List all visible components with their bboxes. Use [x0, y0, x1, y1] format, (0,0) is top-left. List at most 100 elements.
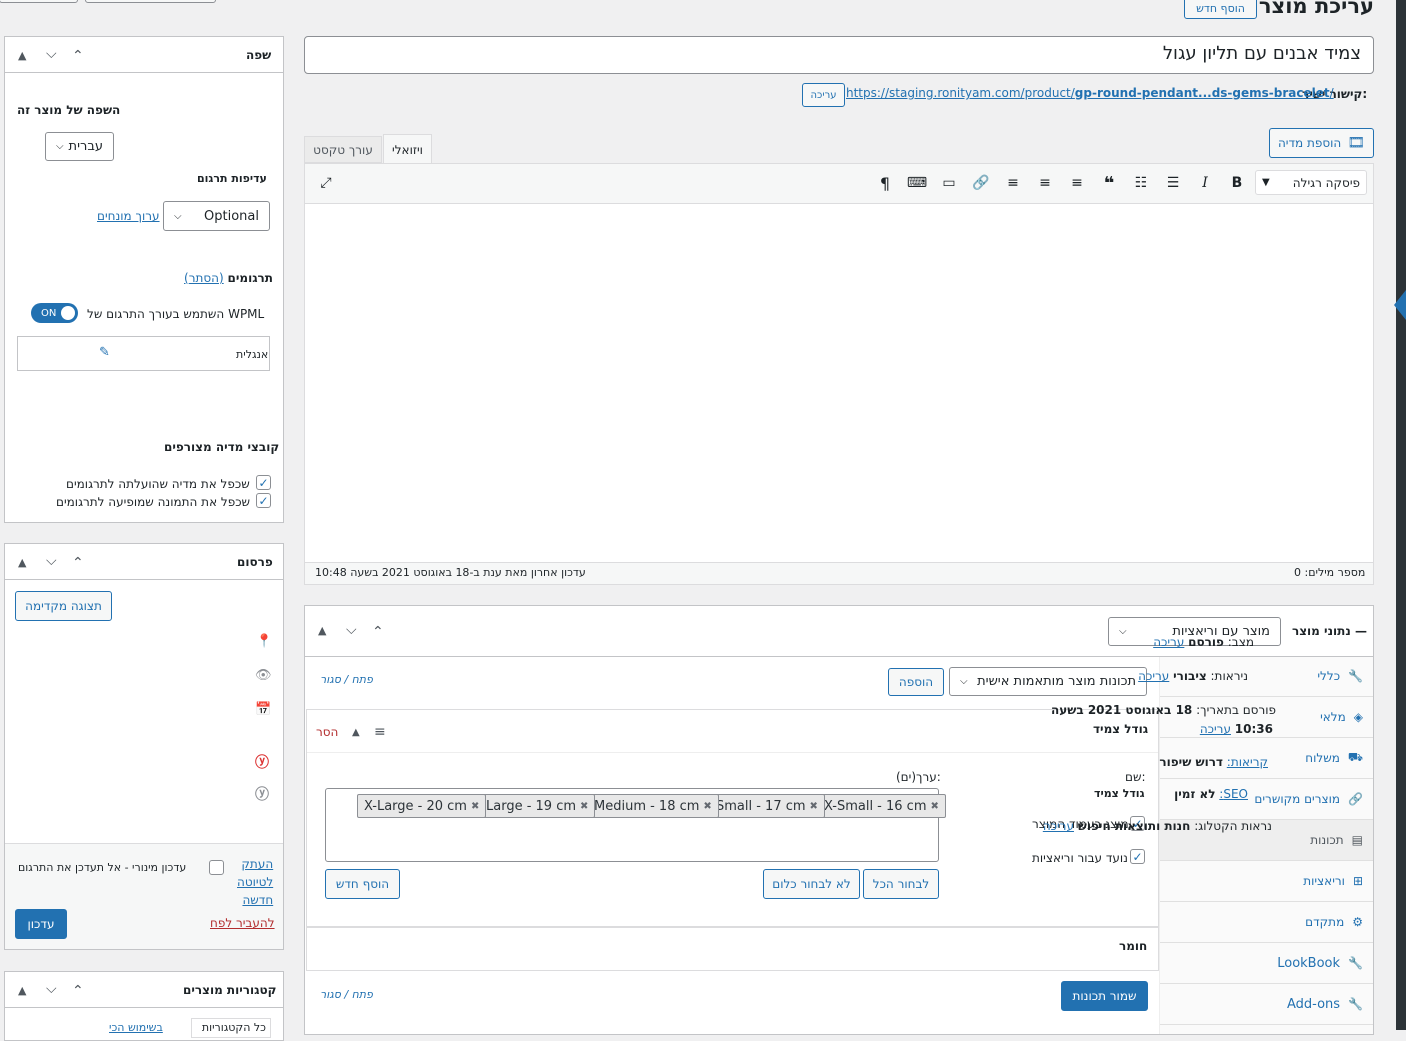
edit-visibility-link[interactable]: עריכה [1138, 669, 1169, 683]
chevron-up-icon[interactable]: ⌃ [72, 555, 84, 571]
top-left-button-2[interactable] [85, 0, 216, 3]
priority-select[interactable]: ⌵ Optional [163, 201, 270, 231]
remove-tag-icon[interactable]: ✖ [931, 801, 939, 812]
bold-icon[interactable]: B [1226, 173, 1248, 193]
move-down-icon[interactable]: ▲ [318, 624, 326, 637]
link-icon[interactable]: 🔗 [970, 173, 992, 193]
tab-lookbook[interactable]: LookBook 🔧 [1160, 943, 1373, 984]
numbered-list-icon[interactable]: ☷ [1130, 173, 1152, 193]
format-select[interactable]: ▼ פיסקה רגילה [1255, 170, 1367, 195]
top-left-button-1[interactable] [0, 0, 78, 3]
remove-tag-icon[interactable]: ✖ [703, 801, 711, 812]
tab-variations[interactable]: וריאציות ⊞ [1160, 861, 1373, 902]
drag-handle-icon[interactable]: ≡ [374, 724, 386, 740]
select-all-button[interactable]: לבחור הכל [863, 869, 939, 899]
attribute-title: גודל צמיד [1093, 722, 1149, 736]
language-box-title: שפה [246, 48, 272, 62]
chevron-up-icon[interactable]: ⌃ [372, 624, 384, 640]
editor-content[interactable] [305, 204, 1373, 562]
hide-translations-link[interactable]: (הסתר) [184, 271, 224, 285]
edit-status-link[interactable]: עריכה [1153, 635, 1184, 649]
wrench-icon: 🔧 [1348, 669, 1363, 683]
duplicate-media-checkbox[interactable]: ✓ [256, 475, 271, 490]
move-down-icon[interactable]: ▲ [18, 984, 26, 997]
chevron-up-icon[interactable]: ⌃ [72, 983, 84, 999]
tag-large[interactable]: Large - 19 cm ✖ [479, 794, 596, 818]
attached-media-title: קובצי מדיה מצורפים [164, 440, 280, 454]
add-attribute-button[interactable]: הוספה [888, 668, 944, 696]
blockquote-icon[interactable]: ❝ [1098, 173, 1120, 194]
chevron-up-icon[interactable]: ⌃ [72, 48, 84, 64]
attribute-box-material [306, 927, 1159, 971]
chevron-down-icon: ⌵ [1119, 626, 1127, 637]
trash-link[interactable]: להעביר לפח [210, 916, 275, 930]
readability-link[interactable]: קריאות: [1227, 755, 1268, 769]
product-title-input[interactable]: צמיד אבנים עם תליון עגול [304, 36, 1374, 74]
chevron-down-icon[interactable]: ⌵ [346, 622, 357, 638]
keyboard-icon[interactable]: ⌨ [906, 173, 928, 193]
bullet-list-icon[interactable]: ☰ [1162, 173, 1184, 193]
edit-catalog-link[interactable]: עריכה [1043, 819, 1074, 833]
add-new-button[interactable]: הוסף חדש [1184, 0, 1257, 19]
chevron-down-icon[interactable]: ⌵ [46, 553, 57, 569]
save-attributes-button[interactable]: שמור תכונות [1061, 981, 1148, 1011]
preview-button[interactable]: תצוגה מקדימה [15, 591, 112, 621]
paragraph-icon[interactable]: ¶ [874, 173, 896, 193]
tag-x-large[interactable]: X-Large - 20 cm ✖ [357, 794, 487, 818]
tag-medium[interactable]: Medium - 18 cm ✖ [587, 794, 719, 818]
language-select[interactable]: ⌵ עברית [45, 132, 114, 161]
chevron-down-icon[interactable]: ⌵ [46, 981, 57, 997]
chevron-down-icon: ▼ [1262, 177, 1270, 188]
minor-update-checkbox[interactable] [209, 860, 224, 875]
wpml-toggle[interactable]: ON [31, 303, 78, 323]
page-title: עריכת מוצר [1258, 0, 1374, 18]
add-media-button[interactable]: הוספת מדיה 🎞 [1269, 128, 1374, 158]
align-left-icon[interactable]: ≡ [1066, 173, 1088, 193]
tag-x-small[interactable]: X-Small - 16 cm ✖ [817, 794, 946, 818]
published-time-row: 10:36 עריכה [1199, 722, 1273, 736]
fullscreen-icon[interactable]: ⤢ [315, 173, 337, 193]
permalink-link[interactable]: https://staging.ronityam.com/product/gp-… [846, 86, 1334, 100]
update-button[interactable]: עדכון [15, 909, 67, 939]
english-label: אנגלית [236, 348, 269, 361]
catalog-visibility-row: נראות הקטלוג: חנות ותוצאות חיפוש עריכה [1042, 819, 1272, 833]
term-editor-link[interactable]: ערוך מונחים [97, 209, 160, 223]
collapse-icon[interactable]: ▲ [352, 727, 360, 738]
permalink-edit-button[interactable]: עריכה [802, 83, 845, 107]
align-right-icon[interactable]: ≡ [1002, 173, 1024, 193]
tab-addons[interactable]: Add-ons 🔧 [1160, 984, 1373, 1025]
chevron-down-icon: ⌵ [960, 676, 968, 687]
tab-advanced[interactable]: מתקדם ⚙ [1160, 902, 1373, 943]
tab-most-used[interactable]: בשימוש הכי [109, 1021, 163, 1034]
remove-attribute-link[interactable]: הסר [316, 725, 338, 739]
minor-update-label: עדכון מינורי - אל תעדכן את התרגום [18, 861, 187, 874]
remove-tag-icon[interactable]: ✖ [810, 801, 818, 812]
add-new-value-button[interactable]: הוסף חדש [325, 869, 400, 899]
pencil-icon[interactable]: ✎ [99, 345, 110, 360]
custom-attribute-select[interactable]: ⌵ תכונות מוצר מותאמות אישית [949, 667, 1147, 696]
tab-all-categories[interactable]: כל הקטגוריות [191, 1018, 271, 1038]
seo-link[interactable]: SEO: [1219, 787, 1248, 801]
move-down-icon[interactable]: ▲ [18, 556, 26, 569]
move-down-icon[interactable]: ▲ [18, 49, 26, 62]
tab-visual[interactable]: ויזואלי [383, 134, 432, 164]
copy-draft-link[interactable]: העתק לטיוטה חדשה [237, 855, 273, 909]
select-none-button[interactable]: לא לבחור כלום [763, 869, 860, 899]
edit-date-link[interactable]: עריכה [1200, 722, 1231, 736]
remove-tag-icon[interactable]: ✖ [580, 801, 588, 812]
read-more-icon[interactable]: ▭ [938, 173, 960, 193]
open-close-link-top[interactable]: פתח / סגור [320, 673, 373, 686]
editor-area [304, 163, 1374, 585]
chevron-down-icon[interactable]: ⌵ [46, 46, 57, 62]
wpml-editor-label: השתמש בעורך התרגום של WPML [87, 307, 265, 321]
align-center-icon[interactable]: ≡ [1034, 173, 1056, 193]
open-close-link-bottom[interactable]: פתח / סגור [320, 988, 373, 1001]
tab-text[interactable]: עורך טקסט [304, 136, 382, 163]
tag-small[interactable]: Small - 17 cm ✖ [709, 794, 825, 818]
used-for-variations-checkbox[interactable]: ✓ [1130, 849, 1145, 864]
italic-icon[interactable]: I [1194, 173, 1216, 193]
add-media-label: הוספת מדיה [1277, 136, 1342, 150]
last-edit: עדכון אחרון מאת ענת ב-18 באוגוסט 2021 בש… [315, 566, 586, 579]
remove-tag-icon[interactable]: ✖ [471, 801, 479, 812]
duplicate-image-checkbox[interactable]: ✓ [256, 493, 271, 508]
